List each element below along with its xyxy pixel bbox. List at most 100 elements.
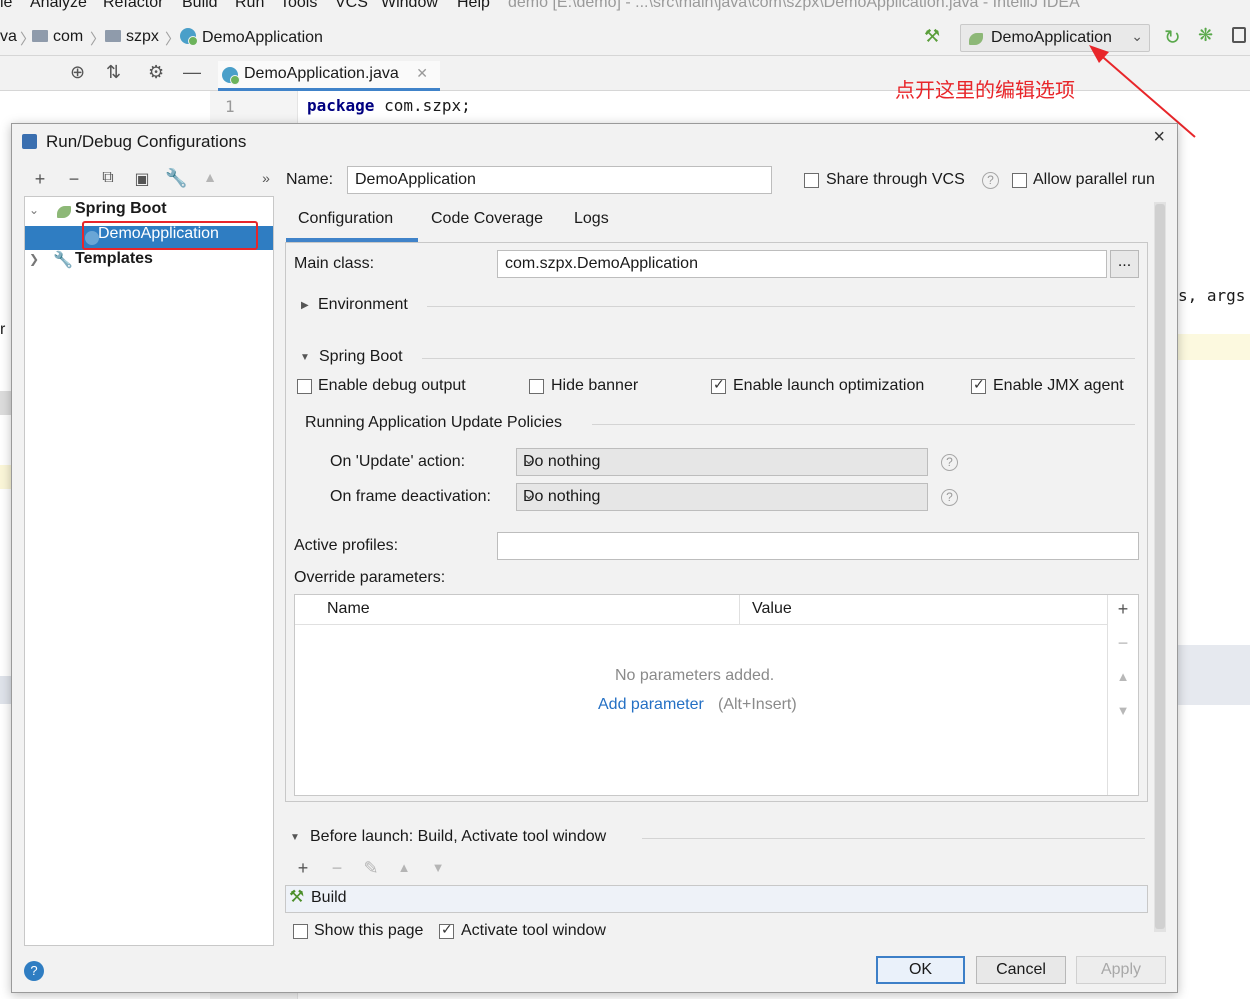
spring-leaf-icon: [969, 33, 983, 45]
main-class-label: Main class:: [294, 255, 375, 272]
table-header: [295, 595, 1107, 625]
debug-bug-icon[interactable]: ❋: [1198, 25, 1213, 46]
add-row-icon[interactable]: +: [1113, 599, 1133, 620]
empty-table-text: No parameters added.: [615, 667, 775, 684]
project-toolbar: ⊕ ⇅ ⚙ —: [0, 57, 210, 91]
expand-right-icon[interactable]: ▶: [301, 300, 309, 311]
code-fragment: s, args: [1178, 286, 1246, 305]
override-parameters-label: Override parameters:: [294, 569, 446, 586]
name-field[interactable]: DemoApplication: [347, 166, 772, 194]
close-tab-icon[interactable]: ✕: [416, 65, 428, 82]
spring-class-icon: [222, 67, 240, 85]
settings-gear-icon[interactable]: ⚙: [148, 62, 164, 83]
menu-refactor[interactable]: Refactor: [103, 0, 163, 12]
move-up-icon: ▲: [1116, 669, 1130, 684]
folder-icon: [32, 30, 48, 42]
cancel-button[interactable]: Cancel: [976, 956, 1066, 984]
add-parameter-link[interactable]: Add parameter: [598, 696, 704, 714]
breadcrumb-demoapplication[interactable]: DemoApplication: [180, 28, 323, 47]
menu-vcs[interactable]: VCS: [335, 0, 368, 12]
activate-tool-window-checkbox[interactable]: [439, 921, 454, 939]
tree-item-templates[interactable]: Templates: [75, 250, 153, 268]
help-icon[interactable]: ?: [941, 489, 958, 506]
caret-row-highlight: [1178, 334, 1250, 360]
highlight-strip: [0, 465, 11, 489]
breadcrumb-com[interactable]: com: [32, 28, 83, 46]
column-header-value[interactable]: Value: [752, 600, 792, 618]
breadcrumb-java[interactable]: va: [0, 28, 17, 46]
dialog-title: Run/Debug Configurations: [46, 132, 247, 151]
apply-button[interactable]: Apply: [1076, 956, 1166, 984]
tab-logs[interactable]: Logs: [574, 210, 609, 228]
move-down-icon: ▼: [431, 860, 445, 875]
share-vcs-checkbox[interactable]: [804, 173, 819, 188]
editor-panel-strip: [1178, 645, 1250, 705]
tab-code-coverage[interactable]: Code Coverage: [431, 210, 543, 228]
ok-button[interactable]: OK: [876, 956, 965, 984]
menu-build[interactable]: Build: [182, 0, 218, 12]
hide-banner-checkbox[interactable]: [529, 379, 544, 394]
menu-file-partial[interactable]: le: [0, 0, 12, 12]
launch-optimization-label: Enable launch optimization: [733, 377, 925, 394]
update-action-label: On 'Update' action:: [330, 453, 466, 470]
update-action-select[interactable]: Do nothing ⌄: [516, 448, 928, 476]
add-task-icon[interactable]: +: [292, 858, 314, 879]
highlight-strip: [0, 676, 11, 704]
build-hammer-icon[interactable]: ⚒: [924, 26, 940, 47]
collapse-down-icon[interactable]: ▼: [290, 832, 300, 843]
add-parameter-shortcut: (Alt+Insert): [718, 696, 797, 713]
browse-main-class-button[interactable]: ...: [1110, 250, 1139, 278]
before-launch-section[interactable]: Before launch: Build, Activate tool wind…: [310, 828, 606, 846]
jmx-agent-label: Enable JMX agent: [993, 377, 1124, 394]
main-class-field[interactable]: com.szpx.DemoApplication: [497, 250, 1107, 278]
folder-icon: [105, 30, 121, 42]
spring-boot-section[interactable]: Spring Boot: [319, 348, 403, 366]
editor-tab-demoapplication[interactable]: DemoApplication.java ✕: [218, 61, 440, 91]
coverage-icon[interactable]: [1232, 27, 1246, 43]
scrollbar-thumb[interactable]: [1155, 204, 1165, 929]
save-icon[interactable]: ▣: [131, 169, 153, 189]
menu-help[interactable]: Help: [457, 0, 490, 12]
help-icon[interactable]: ?: [24, 961, 44, 981]
chevron-right-icon[interactable]: ❯: [29, 252, 39, 266]
menu-tools[interactable]: Tools: [280, 0, 317, 12]
locate-icon[interactable]: ⊕: [70, 62, 85, 83]
collapse-down-icon[interactable]: ▼: [300, 352, 310, 363]
wrench-icon[interactable]: 🔧: [165, 168, 187, 189]
remove-icon[interactable]: −: [63, 169, 85, 190]
allow-parallel-checkbox[interactable]: [1012, 173, 1027, 188]
breadcrumb-szpx[interactable]: szpx: [105, 28, 159, 46]
active-profiles-field[interactable]: [497, 532, 1139, 560]
jmx-agent-checkbox[interactable]: [971, 376, 986, 394]
menu-run[interactable]: Run: [235, 0, 264, 12]
environment-section[interactable]: Environment: [318, 296, 408, 314]
name-label: Name:: [286, 171, 334, 188]
launch-optimization-checkbox[interactable]: [711, 376, 726, 394]
frame-deactivation-select[interactable]: Do nothing ⌄: [516, 483, 928, 511]
close-icon[interactable]: ×: [1153, 126, 1165, 149]
collapse-all-icon[interactable]: ⇅: [106, 62, 121, 83]
copy-icon[interactable]: ⧉: [97, 169, 119, 187]
chevron-down-icon[interactable]: ⌄: [29, 203, 39, 217]
menu-window[interactable]: Window: [381, 0, 438, 12]
annotation-text: 点开这里的编辑选项: [895, 80, 1075, 102]
expand-more-icon[interactable]: »: [255, 170, 277, 186]
tree-item-spring-boot[interactable]: Spring Boot: [75, 200, 167, 218]
add-icon[interactable]: +: [29, 169, 51, 190]
show-page-checkbox[interactable]: [293, 924, 308, 939]
breadcrumb-separator: 〉: [90, 31, 106, 48]
menu-analyze[interactable]: Analyze: [30, 0, 87, 12]
build-task-item[interactable]: Build: [311, 889, 347, 907]
tab-configuration[interactable]: Configuration: [298, 210, 393, 228]
enable-debug-checkbox[interactable]: [297, 379, 312, 394]
column-header-name[interactable]: Name: [327, 600, 370, 618]
hide-banner-label: Hide banner: [551, 377, 639, 394]
hide-panel-icon[interactable]: —: [183, 62, 201, 83]
help-icon[interactable]: ?: [941, 454, 958, 471]
help-icon[interactable]: ?: [982, 172, 999, 189]
policies-heading: Running Application Update Policies: [305, 414, 563, 431]
move-down-icon: ▼: [1116, 703, 1130, 718]
divider: [642, 838, 1145, 839]
edit-task-icon: ✎: [363, 858, 379, 878]
breadcrumb-separator: 〉: [165, 31, 181, 48]
